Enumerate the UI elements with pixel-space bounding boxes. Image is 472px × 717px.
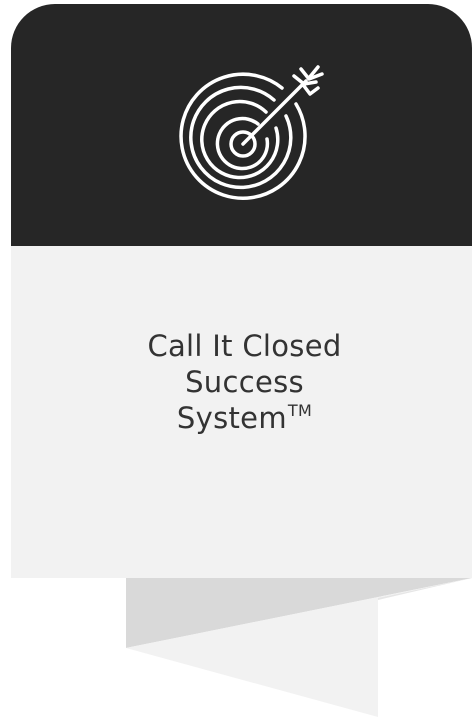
title-line-1: Call It Closed <box>147 329 342 363</box>
card-header <box>11 4 472 246</box>
trademark-symbol: TM <box>287 401 313 420</box>
title-line-3: SystemTM <box>11 400 472 441</box>
card-title: Call It Closed Success SystemTM <box>11 328 472 441</box>
title-line-3-text: System <box>176 401 287 435</box>
card-body: Call It Closed Success SystemTM <box>11 246 472 578</box>
title-line-2: Success <box>185 365 304 399</box>
feature-card: Call It Closed Success SystemTM <box>11 4 472 578</box>
target-with-arrow-icon <box>179 65 324 200</box>
